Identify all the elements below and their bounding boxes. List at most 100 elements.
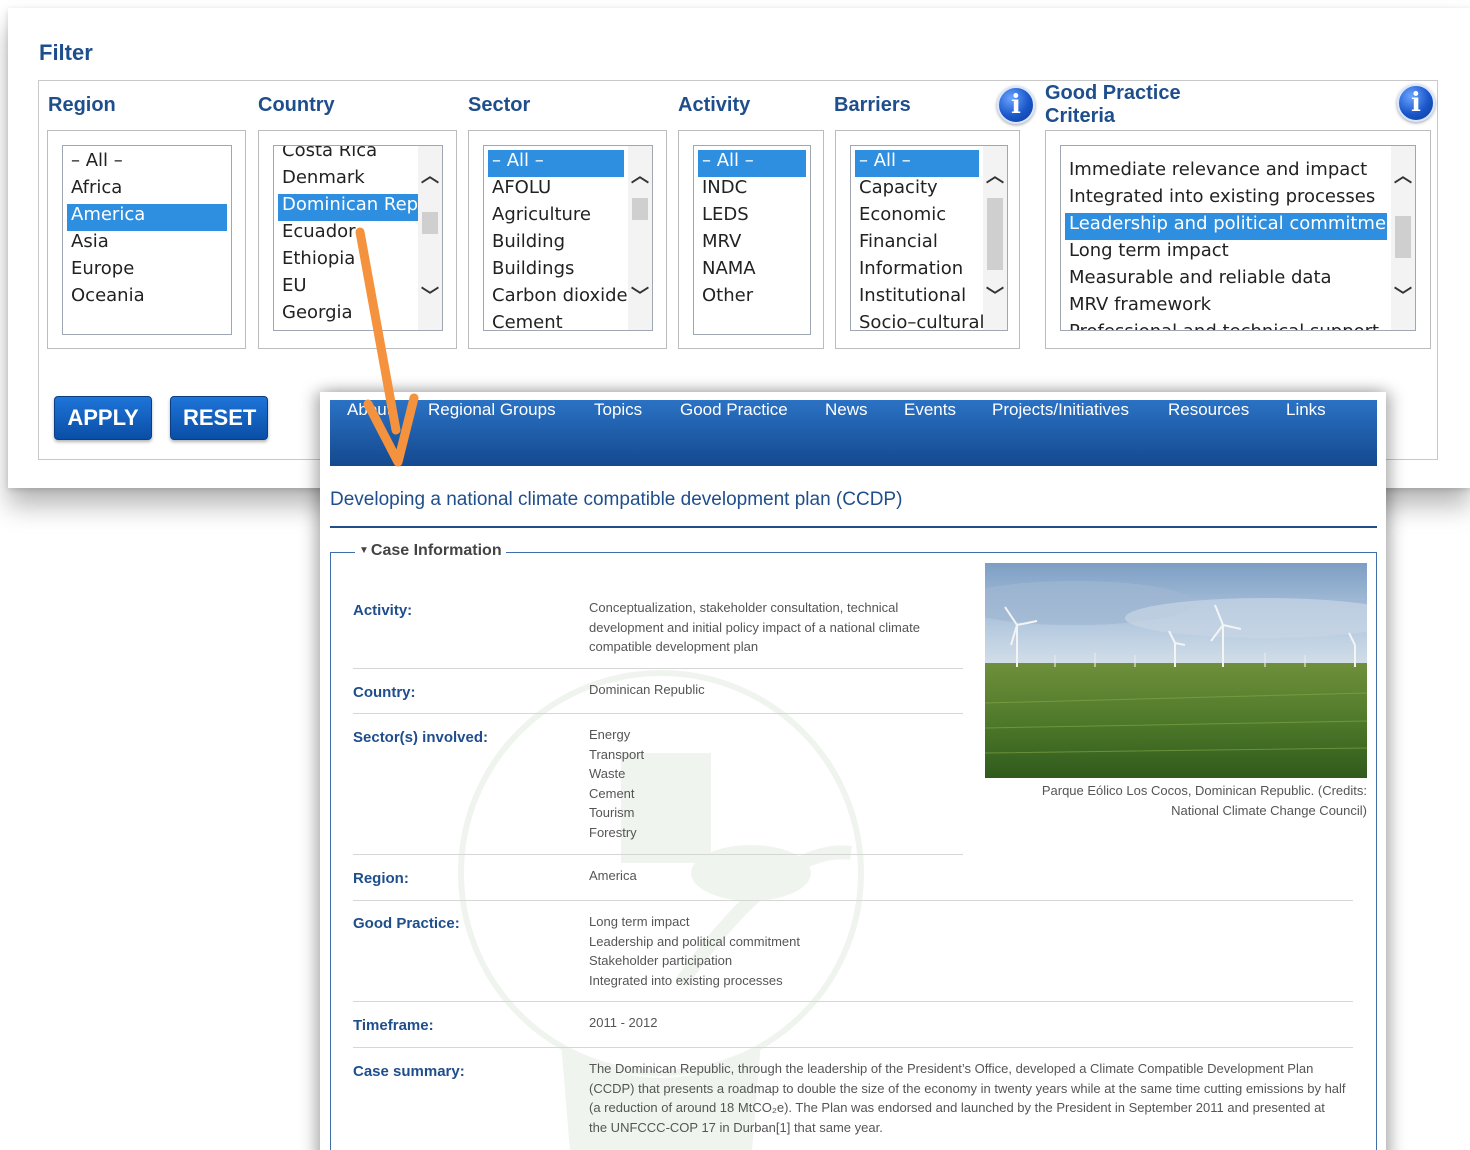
page-title: Developing a national climate compatible… xyxy=(330,489,903,510)
region-option[interactable]: – All – xyxy=(63,150,231,177)
main-navbar: About Regional Groups Topics Good Practi… xyxy=(330,400,1377,466)
case-information-fieldset: ▼ Case Information Activity: Conceptualiz… xyxy=(330,542,1377,1150)
value-line: Transport xyxy=(589,746,645,762)
region-row-value: America xyxy=(589,866,637,886)
country-option[interactable]: Ecuador xyxy=(274,221,442,248)
chevron-down-icon[interactable]: ﹀ xyxy=(418,286,442,308)
sector-option[interactable]: Cement xyxy=(484,312,652,330)
country-listbox[interactable]: Costa Rica Denmark Dominican Republic Ec… xyxy=(273,145,443,331)
good-practice-scrollbar[interactable]: ︿ ﹀ xyxy=(1391,146,1415,330)
country-option[interactable]: Ethiopia xyxy=(274,248,442,275)
case-information-toggle[interactable]: ▼ Case Information xyxy=(355,542,506,560)
barriers-label: Barriers xyxy=(834,94,911,116)
region-option[interactable]: Europe xyxy=(63,258,231,285)
reset-button[interactable]: RESET xyxy=(170,396,268,440)
value-line: Stakeholder participation xyxy=(589,953,733,969)
nav-item-regional-groups[interactable]: Regional Groups xyxy=(428,400,556,466)
wind-farm-photo xyxy=(985,563,1367,778)
good-practice-listbox[interactable]: Immediate relevance and impact Integrate… xyxy=(1060,145,1416,331)
chevron-down-icon[interactable]: ﹀ xyxy=(1391,286,1415,308)
activity-option[interactable]: MRV xyxy=(694,231,810,258)
activity-listbox[interactable]: – All – INDC LEDS MRV NAMA Other xyxy=(693,145,811,335)
sector-option[interactable]: Agriculture xyxy=(484,204,652,231)
good-practice-option[interactable]: Professional and technical support xyxy=(1061,321,1415,330)
country-scrollbar[interactable]: ︿ ﹀ xyxy=(418,146,442,330)
region-option[interactable]: Asia xyxy=(63,231,231,258)
sector-option[interactable]: Buildings xyxy=(484,258,652,285)
value-line: Conceptualization, stakeholder consultat… xyxy=(589,600,899,615)
nav-item-projects[interactable]: Projects/Initiatives xyxy=(992,400,1129,466)
value-line: The Dominican Republic, through the lead… xyxy=(589,1061,1314,1076)
case-page: About Regional Groups Topics Good Practi… xyxy=(320,392,1386,1150)
value-line: development and initial policy impact of… xyxy=(589,619,920,635)
region-option-selected[interactable]: America xyxy=(67,204,227,231)
value-line: America xyxy=(589,868,637,883)
scroll-thumb[interactable] xyxy=(987,198,1003,270)
good-practice-label-line2: Criteria xyxy=(1045,105,1116,127)
row-divider xyxy=(353,1001,1353,1002)
activity-option[interactable]: NAMA xyxy=(694,258,810,285)
sector-option[interactable]: AFOLU xyxy=(484,177,652,204)
good-practice-label: Good Practice Criteria xyxy=(1045,82,1181,128)
good-practice-option-selected[interactable]: Leadership and political commitment xyxy=(1065,213,1387,240)
country-option[interactable]: Denmark xyxy=(274,167,442,194)
info-icon[interactable]: i xyxy=(997,86,1035,124)
chevron-up-icon[interactable]: ︿ xyxy=(1391,166,1415,188)
apply-button[interactable]: APPLY xyxy=(54,396,152,440)
good-practice-box: Immediate relevance and impact Integrate… xyxy=(1045,130,1431,349)
chevron-up-icon[interactable]: ︿ xyxy=(418,166,442,188)
nav-item-news[interactable]: News xyxy=(825,400,868,466)
chevron-down-icon[interactable]: ﹀ xyxy=(628,286,652,308)
row-divider xyxy=(353,713,963,714)
activity-option[interactable]: LEDS xyxy=(694,204,810,231)
region-option[interactable]: Oceania xyxy=(63,285,231,312)
scroll-thumb[interactable] xyxy=(422,212,438,234)
barriers-listbox[interactable]: – All – Capacity Economic Financial Info… xyxy=(850,145,1008,331)
country-row-value: Dominican Republic xyxy=(589,680,705,700)
country-label: Country xyxy=(258,94,335,116)
scroll-thumb[interactable] xyxy=(632,198,648,220)
value-line: (CCDP) that presents a roadmap to double… xyxy=(589,1080,1346,1096)
value-line: Cement xyxy=(589,785,635,801)
activity-box: – All – INDC LEDS MRV NAMA Other xyxy=(678,130,824,349)
region-listbox[interactable]: – All – Africa America Asia Europe Ocean… xyxy=(62,145,232,335)
sector-option[interactable]: Building xyxy=(484,231,652,258)
good-practice-option[interactable]: Immediate relevance and impact xyxy=(1061,159,1415,186)
sector-option-selected[interactable]: – All – xyxy=(488,150,624,177)
sector-option[interactable]: Carbon dioxide xyxy=(484,285,652,312)
value-line: Forestry xyxy=(589,824,637,840)
barriers-scrollbar[interactable]: ︿ ﹀ xyxy=(983,146,1007,330)
activity-option-selected[interactable]: – All – xyxy=(698,150,806,177)
chevron-up-icon[interactable]: ︿ xyxy=(983,166,1007,188)
nav-item-good-practice[interactable]: Good Practice xyxy=(680,400,788,466)
nav-item-about[interactable]: About xyxy=(347,400,391,466)
activity-option[interactable]: INDC xyxy=(694,177,810,204)
row-divider xyxy=(353,900,1353,901)
scroll-thumb[interactable] xyxy=(1395,216,1411,258)
nav-item-links[interactable]: Links xyxy=(1286,400,1326,466)
nav-item-resources[interactable]: Resources xyxy=(1168,400,1249,466)
good-practice-option[interactable]: Long term impact xyxy=(1061,240,1415,267)
activity-option[interactable]: Other xyxy=(694,285,810,312)
chevron-up-icon[interactable]: ︿ xyxy=(628,166,652,188)
info-icon[interactable]: i xyxy=(1397,84,1435,122)
chevron-down-icon[interactable]: ﹀ xyxy=(983,286,1007,308)
sector-scrollbar[interactable]: ︿ ﹀ xyxy=(628,146,652,330)
value-line: Leadership and political commitment xyxy=(589,933,800,949)
country-option[interactable]: Georgia xyxy=(274,302,442,329)
country-option[interactable]: Costa Rica xyxy=(274,146,442,167)
good-practice-option[interactable]: Measurable and reliable data xyxy=(1061,267,1415,294)
barriers-option-selected[interactable]: – All – xyxy=(855,150,979,177)
country-option[interactable]: EU xyxy=(274,275,442,302)
sector-listbox[interactable]: – All – AFOLU Agriculture Building Build… xyxy=(483,145,653,331)
nav-item-events[interactable]: Events xyxy=(904,400,956,466)
activity-row-label: Activity: xyxy=(353,602,413,619)
value-line: the UNFCCC-COP 17 in Durban[1] that same… xyxy=(589,1119,883,1135)
good-practice-option[interactable]: MRV framework xyxy=(1061,294,1415,321)
nav-item-topics[interactable]: Topics xyxy=(594,400,642,466)
good-practice-option[interactable]: Integrated into existing processes xyxy=(1061,186,1415,213)
caret-down-icon: ▼ xyxy=(359,545,369,557)
value-line: Energy xyxy=(589,727,631,742)
region-option[interactable]: Africa xyxy=(63,177,231,204)
barriers-box: – All – Capacity Economic Financial Info… xyxy=(835,130,1020,349)
